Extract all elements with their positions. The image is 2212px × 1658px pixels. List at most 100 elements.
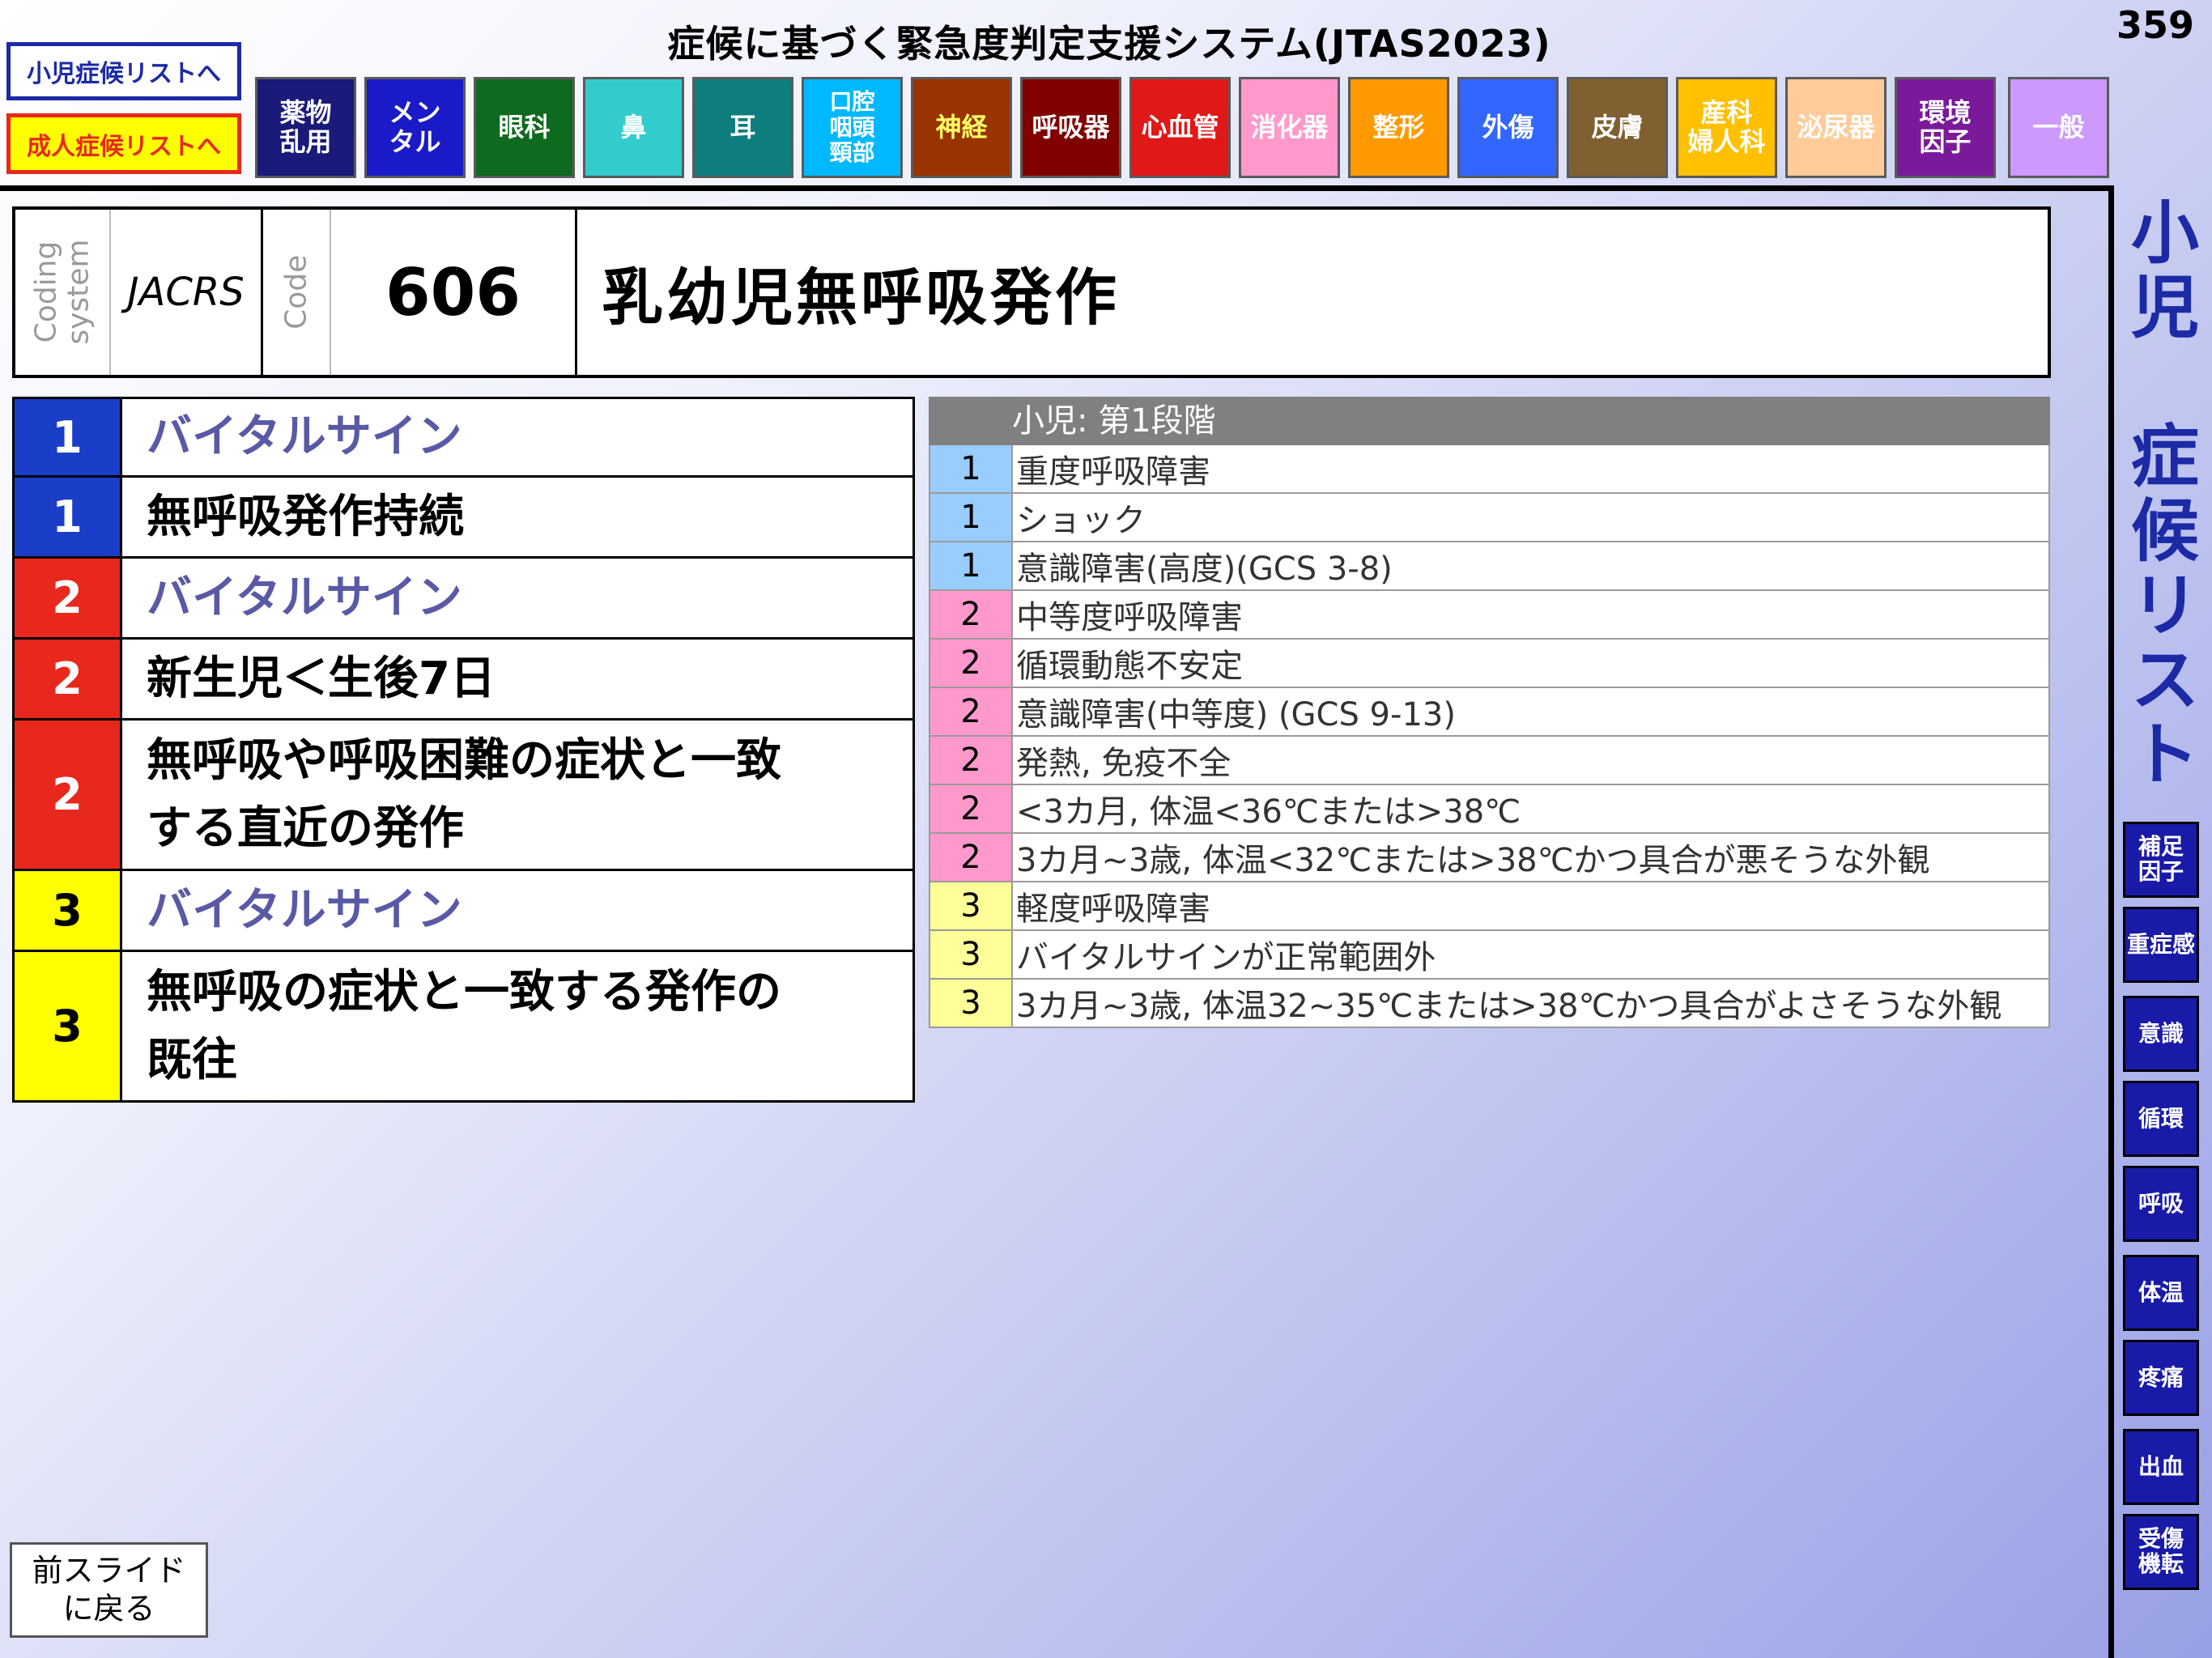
code-number: 606 [385,254,521,330]
child-symptom-list-button[interactable]: 小児症候リストへ [6,42,241,100]
slide-number: 359 [2116,3,2194,47]
category-button[interactable]: 耳 [692,77,793,178]
criteria-level: 1 [15,399,122,475]
coding-system-label: Coding system [29,239,95,346]
category-button[interactable]: 泌尿器 [1785,77,1887,178]
modifier-text: 軽度呼吸障害 [1016,891,1210,928]
criteria-level: 2 [15,640,122,718]
category-button[interactable]: メン タル [364,77,466,178]
modifier-text: 重度呼吸障害 [1016,453,1210,491]
side-button[interactable]: 出血 [2123,1429,2199,1505]
side-button[interactable]: 循環 [2123,1081,2199,1157]
side-button[interactable]: 疼痛 [2123,1340,2199,1416]
vital-signs-link[interactable]: バイタルサイン [122,871,912,950]
criteria-level: 3 [15,952,122,1100]
side-button[interactable]: 体温 [2123,1255,2199,1331]
modifier-row: 2 3カ月~3歳, 体温<32℃または>38℃かつ具合が悪そうな外観 [929,834,2050,882]
modifier-text: バイタルサインが正常範囲外 [1016,939,1436,976]
coding-system-value: JACRS [127,270,245,315]
category-button[interactable]: 鼻 [583,77,684,178]
modifier-row: 2 中等度呼吸障害 [929,591,2050,640]
divider [2108,185,2114,1658]
modifier-text: 意識障害(高度)(GCS 3-8) [1016,551,1393,588]
modifier-text: ショック [1016,502,1146,539]
modifier-row: 3 3カ月~3歳, 体温32~35℃または>38℃かつ具合がよさそうな外観 [929,980,2050,1028]
modifier-row: 2 循環動態不安定 [929,640,2050,688]
previous-slide-button[interactable]: 前スライド に戻る [10,1542,208,1638]
side-button[interactable]: 補足 因子 [2123,822,2199,898]
modifier-table: 小児: 第1段階 1 重度呼吸障害 1 ショック 1 意識障害(高度)(GCS 3-8) 2… [929,397,2050,1028]
modifier-row: 2 <3カ月, 体温<36℃または>38℃ [929,785,2050,834]
modifier-text: 3カ月~3歳, 体温<32℃または>38℃かつ具合が悪そうな外観 [1016,842,1930,879]
modifier-level: 2 [930,640,1013,687]
modifier-text: 意識障害(中等度) (GCS 9-13) [1016,696,1456,733]
modifier-row: 2 発熱, 免疫不全 [929,737,2050,785]
category-button[interactable]: 外傷 [1457,77,1559,178]
criteria-level: 2 [15,721,122,869]
criteria-text: 無呼吸発作持続 [147,490,464,543]
adult-symptom-list-button[interactable]: 成人症候リストへ [6,113,241,174]
category-button[interactable]: 心血管 [1129,77,1231,178]
coding-system-value-cell: JACRS [111,210,263,375]
side-title: 小 児 症 候 リ ス ト [2130,193,2199,794]
side-button[interactable]: 重症感 [2123,907,2199,983]
criteria-level: 2 [15,559,122,637]
code-box: Coding system JACRS Code 606 乳幼児無呼吸発作 [12,206,2051,378]
criteria-level: 1 [15,478,122,556]
category-button[interactable]: 眼科 [474,77,575,178]
modifier-row: 1 意識障害(高度)(GCS 3-8) [929,542,2050,591]
criteria-row: 2 無呼吸や呼吸困難の症状と一致 する直近の発作 [12,721,915,871]
category-button[interactable]: 一般 [2008,77,2109,178]
modifier-row: 3 軽度呼吸障害 [929,882,2050,931]
criteria-text: 新生児＜生後7日 [147,652,496,705]
code-number-cell: 606 [331,210,577,375]
modifier-level: 3 [930,980,1013,1027]
modifier-text: <3カ月, 体温<36℃または>38℃ [1016,793,1521,831]
category-button[interactable]: 皮膚 [1567,77,1668,178]
criteria-row: 3 バイタルサイン [12,871,915,952]
modifier-row: 2 意識障害(中等度) (GCS 9-13) [929,688,2050,737]
modifier-level: 2 [930,591,1013,638]
vital-signs-link[interactable]: バイタルサイン [122,399,912,475]
criteria-row: 1 無呼吸発作持続 [12,478,915,559]
category-button[interactable]: 神経 [911,77,1012,178]
criteria-level: 3 [15,871,122,950]
complaint-cell: 乳幼児無呼吸発作 [577,210,2048,375]
category-button[interactable]: 消化器 [1239,77,1340,178]
modifier-level: 1 [930,542,1013,589]
side-button[interactable]: 呼吸 [2123,1166,2199,1242]
modifier-level: 2 [930,834,1013,881]
modifier-text: 中等度呼吸障害 [1016,599,1243,636]
modifier-level: 2 [930,688,1013,735]
criteria-row: 3 無呼吸の症状と一致する発作の 既往 [12,952,915,1103]
modifier-level: 3 [930,931,1013,978]
modifier-text: 循環動態不安定 [1016,648,1243,685]
category-button[interactable]: 呼吸器 [1020,77,1121,178]
modifier-text: 3カ月~3歳, 体温32~35℃または>38℃かつ具合がよさそうな外観 [1016,988,2002,1025]
modifier-level: 2 [930,785,1013,832]
side-button[interactable]: 意識 [2123,996,2199,1072]
modifier-text: 発熱, 免疫不全 [1016,745,1231,782]
modifier-level: 1 [930,494,1013,541]
coding-system-label-cell: Coding system [15,210,111,375]
code-label: Code [279,254,313,330]
modifier-level: 2 [930,737,1013,784]
category-button[interactable]: 環境 因子 [1895,77,1996,178]
complaint-title: 乳幼児無呼吸発作 [602,261,1120,334]
modifier-level: 1 [930,445,1013,492]
criteria-table: 1 バイタルサイン 1 無呼吸発作持続 2 バイタルサイン 2 新生児＜生後7日 2 無呼吸や呼吸… [12,397,915,1103]
modifier-header: 小児: 第1段階 [929,397,2050,445]
criteria-row: 1 バイタルサイン [12,397,915,478]
criteria-text: 無呼吸の症状と一致する発作の 既往 [147,965,781,1086]
criteria-row: 2 バイタルサイン [12,559,915,640]
category-button[interactable]: 薬物 乱用 [255,77,356,178]
category-button[interactable]: 整形 [1348,77,1449,178]
criteria-text: 無呼吸や呼吸困難の症状と一致 する直近の発作 [147,733,781,855]
category-button[interactable]: 産科 婦人科 [1676,77,1777,178]
code-label-cell: Code [263,210,331,375]
category-button[interactable]: 口腔 咽頭 頸部 [802,77,903,178]
divider [0,185,2113,191]
side-button[interactable]: 受傷 機転 [2123,1514,2199,1590]
vital-signs-link[interactable]: バイタルサイン [122,559,912,637]
modifier-row: 3 バイタルサインが正常範囲外 [929,931,2050,980]
